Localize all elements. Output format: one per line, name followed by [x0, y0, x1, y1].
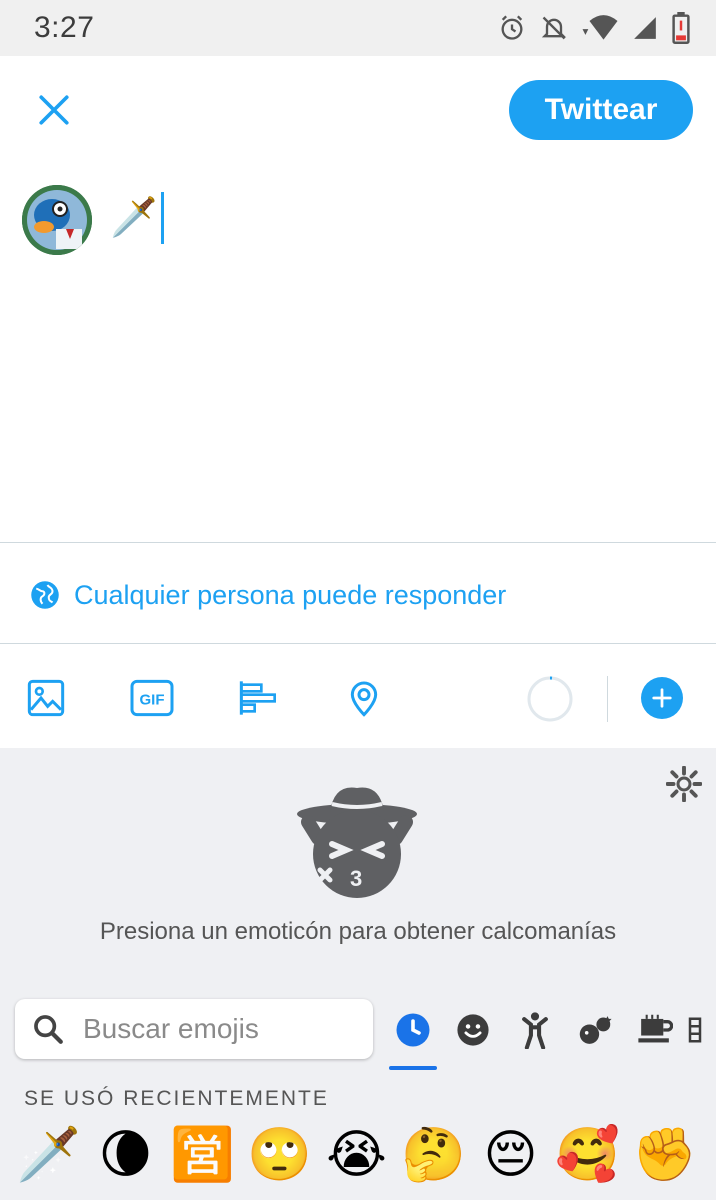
wifi-icon: ▾ — [583, 15, 618, 40]
status-bar: 3:27 ▾ — [0, 0, 716, 56]
avatar[interactable] — [22, 185, 92, 255]
emoji-waning-crescent-moon[interactable]: 🌘 — [87, 1120, 164, 1190]
animals-icon — [579, 1016, 612, 1044]
category-more-tab[interactable] — [688, 1008, 716, 1052]
status-icons: ▾ — [498, 12, 690, 44]
location-icon — [350, 681, 378, 717]
divider — [0, 643, 716, 644]
reply-settings-label: Cualquier persona puede responder — [74, 579, 507, 610]
sticker-hint-text: Presiona un emoticón para obtener calcom… — [99, 918, 617, 945]
tweet-button[interactable]: Twittear — [509, 80, 693, 140]
category-food-tab[interactable] — [632, 1008, 678, 1052]
active-category-indicator — [389, 1066, 437, 1070]
cowboy-sticker-icon: 3 — [297, 787, 417, 898]
plus-icon — [652, 688, 672, 708]
character-count-ring — [527, 676, 573, 722]
divider — [0, 542, 716, 543]
emoji-raised-fist[interactable]: ✊ — [626, 1120, 703, 1190]
svg-text:3: 3 — [350, 866, 362, 891]
recent-clock-icon — [396, 1013, 430, 1047]
svg-text:▾: ▾ — [583, 25, 589, 38]
poll-icon — [239, 681, 276, 715]
emoji-thinking[interactable]: 🤔 — [395, 1120, 472, 1190]
add-image-button[interactable] — [24, 676, 68, 720]
category-smileys-tab[interactable] — [450, 1008, 496, 1052]
alarm-icon — [501, 15, 523, 40]
emoji-search-input[interactable]: Buscar emojis — [15, 999, 373, 1059]
add-poll-button[interactable] — [236, 676, 280, 720]
notifications-off-icon — [541, 16, 567, 40]
status-time: 3:27 — [34, 11, 95, 44]
more-icon — [688, 1017, 702, 1043]
globe-icon — [31, 581, 59, 609]
category-animals-tab[interactable] — [572, 1008, 618, 1052]
avatar-penguin-image — [22, 185, 92, 255]
emoji-dagger[interactable]: 🗡️ — [10, 1120, 87, 1190]
reply-settings-button[interactable]: Cualquier persona puede responder — [30, 575, 506, 615]
add-location-button[interactable] — [342, 676, 386, 720]
tweet-text-area[interactable]: 🗡️ — [110, 192, 165, 244]
category-people-tab[interactable] — [512, 1008, 558, 1052]
text-cursor — [161, 192, 165, 244]
gif-icon: GIF — [130, 679, 174, 717]
add-thread-button[interactable] — [641, 677, 683, 719]
emoji-rolling-eyes[interactable]: 🙄 — [241, 1120, 318, 1190]
image-icon — [27, 679, 65, 717]
gif-text: GIF — [140, 692, 165, 709]
recent-emoji-row: 🗡️ 🌘 🈺 🙄 😭 🤔 😔 🥰 ✊ — [10, 1120, 716, 1200]
person-icon — [522, 1012, 548, 1049]
search-placeholder: Buscar emojis — [83, 1013, 259, 1044]
add-gif-button[interactable]: GIF — [130, 676, 174, 720]
search-icon — [34, 1015, 63, 1044]
emoji-pensive[interactable]: 😔 — [472, 1120, 549, 1190]
signal-icon — [634, 17, 656, 39]
close-icon — [39, 95, 69, 125]
emoji-open-for-business[interactable]: 🈺 — [164, 1120, 241, 1190]
recent-section-label: SE USÓ RECIENTEMENTE — [24, 1087, 329, 1110]
category-recent-tab[interactable] — [390, 1008, 436, 1052]
toolbar-separator — [607, 676, 608, 722]
emoji-smiling-with-hearts[interactable]: 🥰 — [549, 1120, 626, 1190]
food-icon — [638, 1014, 673, 1043]
close-button[interactable] — [28, 86, 80, 134]
emoji-crying-loudly[interactable]: 😭 — [318, 1120, 395, 1190]
gear-icon[interactable] — [666, 766, 702, 802]
compose-content: 🗡️ — [110, 197, 158, 239]
smiley-icon — [457, 1014, 489, 1046]
battery-low-icon — [672, 12, 690, 44]
